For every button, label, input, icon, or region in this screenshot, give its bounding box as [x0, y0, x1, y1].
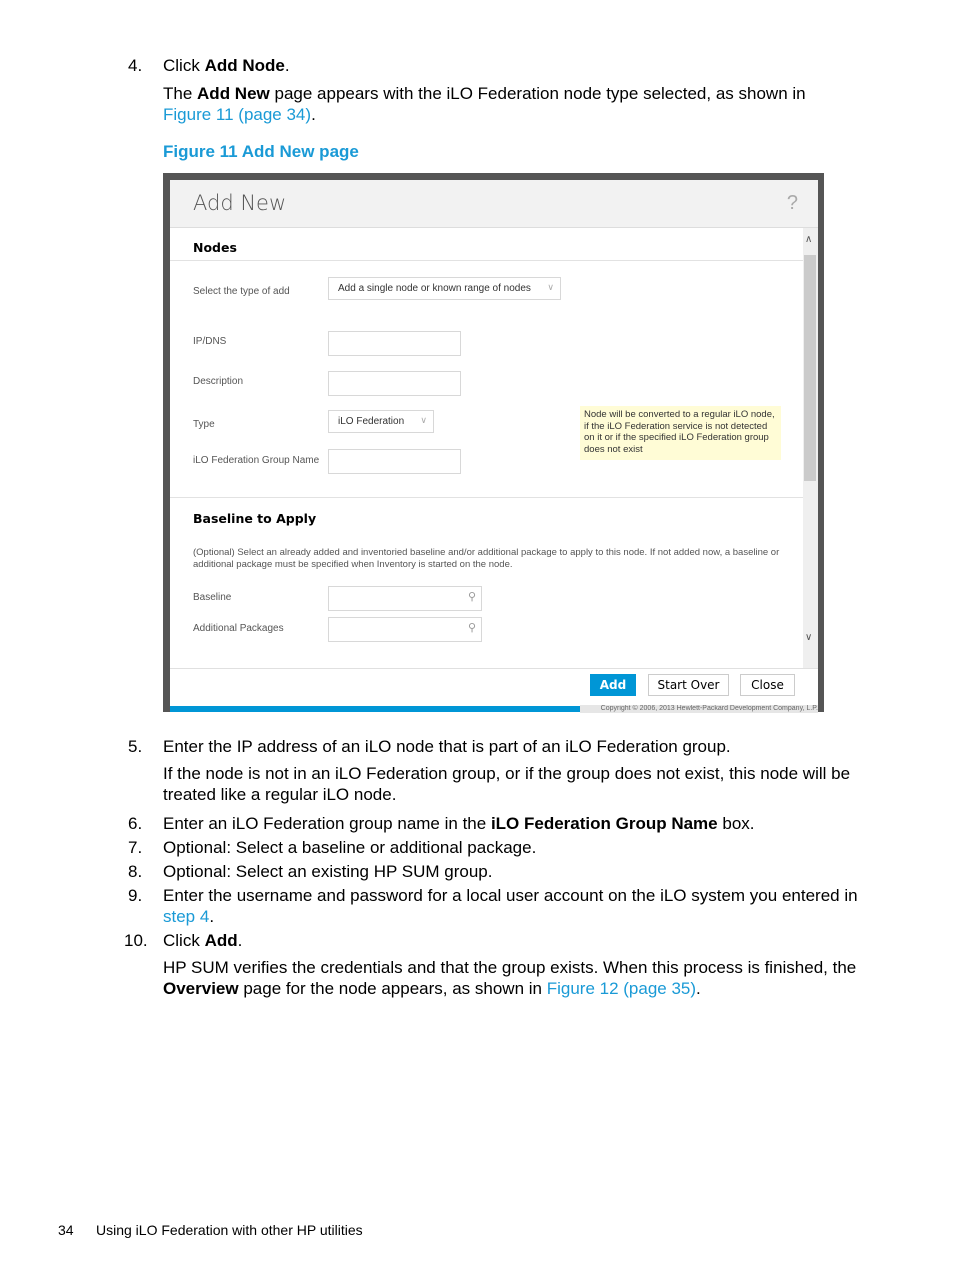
step-5-text: Enter the IP address of an iLO node that…	[163, 737, 731, 756]
step-4-paragraph: The Add New page appears with the iLO Fe…	[163, 83, 863, 125]
step-4-text: Click Add Node.	[163, 55, 290, 76]
type-label: Type	[193, 419, 215, 430]
step-text: Click	[163, 56, 205, 75]
step-text: Enter an iLO Federation group name in th…	[163, 814, 491, 833]
close-button[interactable]: Close	[740, 674, 795, 696]
step-number: 5.	[128, 737, 143, 756]
para-text: page appears with the iLO Federation nod…	[269, 84, 806, 103]
dialog-header: Add New ?	[170, 180, 818, 228]
figure-11-link[interactable]: Figure 11 (page 34)	[163, 105, 311, 124]
step-bold: Add	[204, 931, 238, 950]
select-type-dropdown[interactable]: Add a single node or known range of node…	[328, 277, 561, 300]
step-5-paragraph: If the node is not in an iLO Federation …	[163, 764, 851, 804]
ipdns-input[interactable]	[328, 331, 461, 356]
step-number: 7.	[128, 838, 143, 857]
step-text: .	[284, 56, 290, 75]
add-button[interactable]: Add	[590, 674, 636, 696]
scroll-up-icon[interactable]: ∧	[805, 234, 812, 245]
ipdns-label: IP/DNS	[193, 336, 227, 347]
figure-caption: Figure 11 Add New page	[163, 142, 359, 161]
para-text: The	[163, 84, 198, 103]
step-number: 4.	[128, 56, 143, 75]
chevron-down-icon: ∨	[420, 415, 427, 425]
para-bold: Add New	[197, 84, 270, 103]
figure-12-link[interactable]: Figure 12 (page 35)	[547, 979, 696, 998]
step-number: 9.	[128, 886, 143, 905]
description-label: Description	[193, 376, 244, 387]
baseline-section-title: Baseline to Apply	[193, 511, 317, 526]
para-text: HP SUM verifies the credentials and that…	[163, 958, 857, 977]
search-icon[interactable]: ⚲	[468, 590, 476, 603]
para-text: page for the node appears, as shown in	[238, 979, 547, 998]
divider	[170, 668, 818, 669]
step-text: Click	[163, 931, 205, 950]
step-text: .	[237, 931, 243, 950]
figure-screenshot: Add New ? Nodes Select the type of add A…	[163, 173, 824, 713]
baseline-search-input[interactable]: ⚲	[328, 586, 482, 611]
description-input[interactable]	[328, 371, 461, 396]
scrollbar-thumb[interactable]	[804, 255, 816, 481]
select-type-value: Add a single node or known range of node…	[338, 283, 531, 294]
footer-section-title: Using iLO Federation with other HP utili…	[96, 1222, 363, 1238]
page-number: 34	[58, 1222, 74, 1238]
step-6-text: Enter an iLO Federation group name in th…	[163, 813, 755, 834]
step-text: .	[209, 907, 215, 926]
divider	[170, 497, 803, 498]
select-type-label: Select the type of add	[193, 286, 290, 297]
divider	[170, 260, 803, 261]
step-7-text: Optional: Select a baseline or additiona…	[163, 838, 537, 857]
type-dropdown[interactable]: iLO Federation ∨	[328, 410, 434, 433]
step-8-text: Optional: Select an existing HP SUM grou…	[163, 862, 493, 881]
dialog-title: Add New	[193, 191, 287, 215]
para-bold: Overview	[163, 979, 239, 998]
step-bold: iLO Federation Group Name	[490, 814, 718, 833]
info-note: Node will be converted to a regular iLO …	[580, 406, 781, 460]
chevron-down-icon: ∨	[547, 282, 554, 292]
step-text: Enter the username and password for a lo…	[163, 886, 858, 905]
step-10-paragraph: HP SUM verifies the credentials and that…	[163, 957, 868, 999]
step-10-text: Click Add.	[163, 930, 242, 951]
copyright-text: Copyright © 2006, 2013 Hewlett-Packard D…	[580, 705, 818, 713]
start-over-button[interactable]: Start Over	[648, 674, 729, 696]
baseline-label: Baseline	[193, 592, 232, 603]
para-text: .	[311, 105, 316, 124]
type-value: iLO Federation	[338, 416, 405, 427]
scrollbar[interactable]: ∧ ∨	[803, 228, 818, 668]
group-name-label: iLO Federation Group Name	[193, 455, 320, 466]
group-name-input[interactable]	[328, 449, 461, 474]
step-text: box.	[717, 814, 755, 833]
nodes-section-title: Nodes	[193, 240, 237, 255]
packages-label: Additional Packages	[193, 623, 284, 634]
search-icon[interactable]: ⚲	[468, 621, 476, 634]
baseline-description: (Optional) Select an already added and i…	[193, 547, 780, 570]
step-bold: Add Node	[204, 56, 285, 75]
step-number: 10.	[124, 931, 148, 950]
packages-search-input[interactable]: ⚲	[328, 617, 482, 642]
step-9-text: Enter the username and password for a lo…	[163, 885, 868, 927]
scroll-down-icon[interactable]: ∨	[805, 632, 812, 643]
accent-bar	[170, 706, 580, 712]
help-icon[interactable]: ?	[787, 192, 798, 215]
step-number: 6.	[128, 814, 143, 833]
add-new-dialog: Add New ? Nodes Select the type of add A…	[170, 180, 818, 713]
para-text: .	[696, 979, 701, 998]
step-4-link[interactable]: step 4	[163, 907, 209, 926]
step-number: 8.	[128, 862, 143, 881]
